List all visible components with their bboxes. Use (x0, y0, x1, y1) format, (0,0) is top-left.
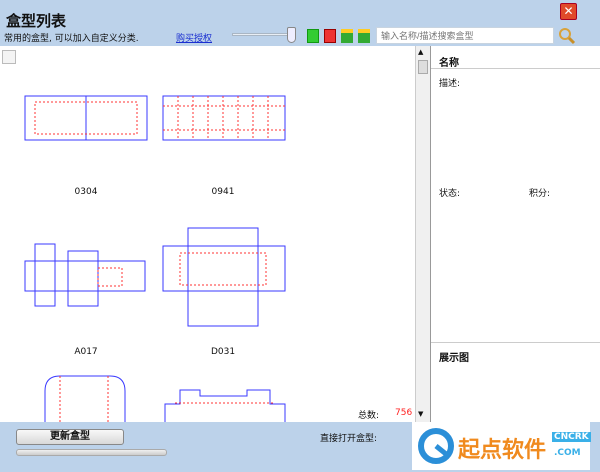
watermark-domain: .COM (554, 448, 581, 458)
watermark-text: 起点软件 (458, 438, 547, 463)
watermark-logo-icon (418, 428, 454, 464)
box-label[interactable]: D031 (193, 347, 253, 357)
search-input[interactable] (376, 27, 554, 44)
total-label: 总数: (358, 411, 380, 421)
update-boxes-button[interactable]: 更新盒型 (16, 429, 124, 445)
box-0304-drawing (24, 95, 148, 141)
open-box-label: 直接打开盒型: (320, 434, 378, 444)
scroll-thumb[interactable] (418, 60, 428, 74)
box-a017-drawing (24, 243, 146, 307)
status-label: 状态: (439, 189, 461, 199)
box-label[interactable]: 0304 (56, 187, 116, 197)
book-icon[interactable] (341, 29, 353, 43)
preview-label: 展示图 (439, 353, 469, 364)
vertical-scrollbar[interactable]: ▲ ▼ (415, 46, 430, 422)
book-add-icon[interactable] (358, 29, 370, 43)
window-title: 盒型列表 (6, 12, 67, 30)
list-view-icon[interactable] (307, 29, 319, 43)
zoom-slider[interactable] (232, 33, 292, 36)
box-d031-drawing (162, 227, 286, 327)
slider-thumb[interactable] (287, 27, 296, 43)
progress-bar (16, 449, 167, 456)
box-label[interactable]: A017 (56, 347, 116, 357)
score-label: 积分: (529, 189, 551, 199)
total-value: 756 (395, 408, 413, 418)
dieline-drawings (24, 95, 286, 422)
box-row3-drawing (44, 375, 286, 422)
scroll-down-icon[interactable]: ▼ (418, 410, 423, 418)
box-list: 0304 0941 A017 D031 总数: 756 (0, 46, 415, 422)
subtitle: 常用的盒型, 可以加入自定义分类. (4, 34, 139, 44)
box-0941-drawing (162, 95, 286, 141)
watermark: 起点软件 CNCRK .COM (412, 422, 591, 470)
desc-label: 描述: (439, 79, 461, 89)
box-label[interactable]: 0941 (193, 187, 253, 197)
scroll-up-icon[interactable]: ▲ (418, 48, 423, 56)
watermark-brand: CNCRK (552, 432, 591, 442)
close-button[interactable]: ✕ (560, 3, 577, 20)
buy-license-link[interactable]: 购买授权 (176, 31, 212, 44)
details-panel: 名称 描述: 状态: 积分: 展示图 (430, 46, 600, 422)
name-label: 名称 (439, 58, 459, 69)
box-view-icon[interactable] (324, 29, 336, 43)
search-icon[interactable] (558, 27, 576, 45)
